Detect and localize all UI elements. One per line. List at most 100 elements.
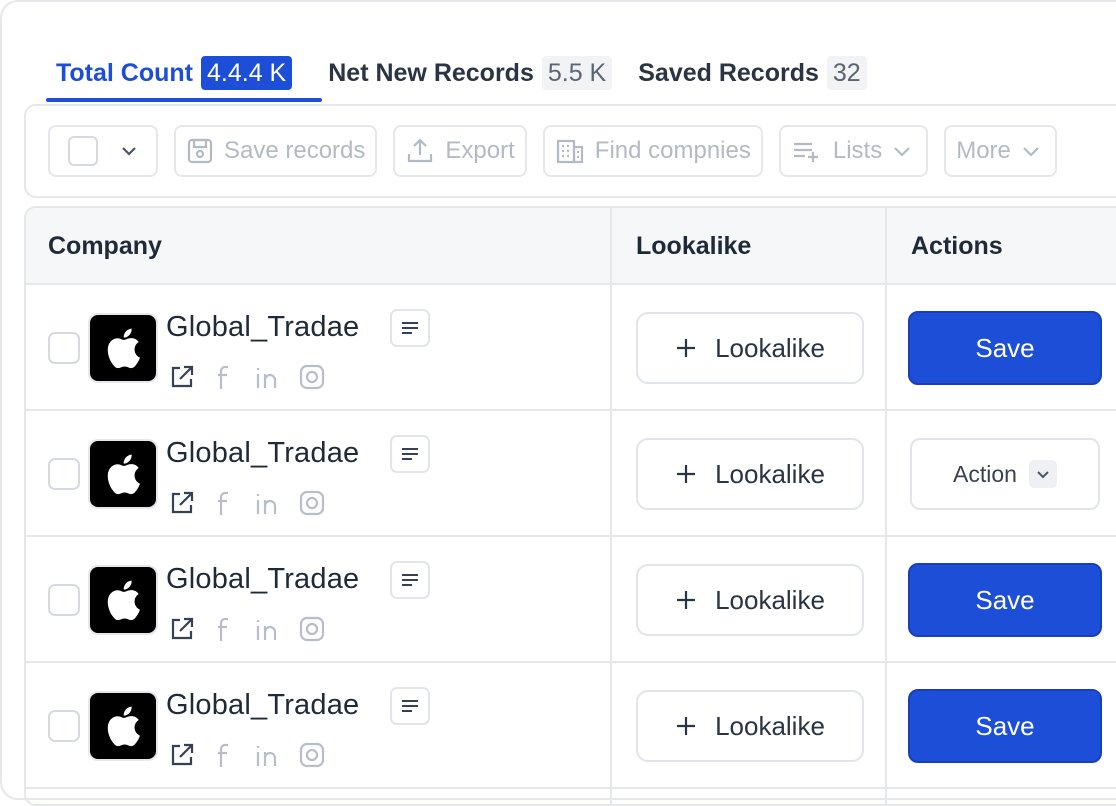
lists-dropdown[interactable]: Lists: [778, 125, 929, 177]
column-divider: [610, 208, 612, 804]
notes-icon: [402, 574, 418, 586]
external-link-icon[interactable]: [168, 489, 196, 517]
facebook-icon[interactable]: [212, 615, 238, 643]
instagram-icon[interactable]: [298, 363, 326, 391]
company-name[interactable]: Global_Tradae: [166, 311, 359, 344]
apple-icon: [107, 454, 140, 495]
company-logo: [88, 691, 158, 761]
linkedin-icon[interactable]: [254, 615, 282, 643]
more-dropdown[interactable]: More: [944, 125, 1057, 177]
lookalike-button[interactable]: Lookalike: [636, 564, 864, 636]
apple-icon: [107, 706, 140, 747]
facebook-icon[interactable]: [212, 363, 238, 391]
company-name[interactable]: Global_Tradae: [166, 689, 359, 722]
plus-icon: [677, 717, 696, 735]
table-row: Global_Tradae Lookalike Save: [26, 663, 1116, 789]
save-button[interactable]: Save: [908, 563, 1102, 637]
table-row: Global_Tradae Lookalike Save: [26, 537, 1116, 663]
record-tabs: Total Count 4.4.4 K Net New Records 5.5 …: [46, 52, 867, 104]
instagram-icon[interactable]: [298, 741, 326, 769]
company-name[interactable]: Global_Tradae: [166, 563, 359, 596]
more-label: More: [956, 137, 1011, 164]
apple-icon: [107, 328, 140, 369]
tab-count-badge: 5.5 K: [541, 56, 613, 90]
chevron-down-icon: [894, 147, 910, 157]
facebook-icon[interactable]: [212, 741, 238, 769]
linkedin-icon[interactable]: [254, 489, 282, 517]
select-all-checkbox[interactable]: [68, 136, 98, 166]
company-name[interactable]: Global_Tradae: [166, 437, 359, 470]
linkedin-icon[interactable]: [254, 741, 282, 769]
instagram-icon[interactable]: [298, 489, 326, 517]
notes-icon: [402, 448, 418, 460]
lookalike-label: Lookalike: [715, 710, 825, 741]
column-divider: [885, 208, 887, 804]
upload-icon: [408, 138, 433, 163]
instagram-icon[interactable]: [298, 615, 326, 643]
external-link-icon[interactable]: [168, 363, 196, 391]
company-logo: [88, 565, 158, 635]
plus-icon: [677, 465, 696, 483]
row-checkbox[interactable]: [48, 584, 80, 616]
lookalike-label: Lookalike: [715, 584, 825, 615]
column-header-actions: Actions: [911, 232, 1003, 260]
lookalike-label: Lookalike: [715, 458, 825, 489]
find-companies-label: Find compnies: [594, 137, 751, 164]
save-button[interactable]: Save: [908, 311, 1102, 385]
notes-button[interactable]: [390, 687, 430, 725]
table-header: Company Lookalike Actions: [26, 208, 1116, 285]
save-records-button[interactable]: Save records: [174, 125, 378, 177]
social-links: [168, 741, 326, 769]
notes-button[interactable]: [390, 561, 430, 599]
linkedin-icon[interactable]: [254, 363, 282, 391]
plus-icon: [677, 339, 696, 357]
action-label: Action: [953, 460, 1017, 487]
notes-button[interactable]: [390, 435, 430, 473]
export-button[interactable]: Export: [393, 125, 527, 177]
tab-count-badge: 4.4.4 K: [201, 56, 293, 90]
external-link-icon[interactable]: [168, 615, 196, 643]
table-row: Global_Tradae Lookalike Save: [26, 285, 1116, 411]
tab-label: Saved Records: [638, 58, 819, 87]
lookalike-button[interactable]: Lookalike: [636, 312, 864, 384]
action-chevron: [1028, 460, 1057, 488]
notes-icon: [402, 700, 418, 712]
export-label: Export: [445, 137, 515, 164]
column-header-company: Company: [48, 232, 162, 260]
facebook-icon[interactable]: [212, 489, 238, 517]
lookalike-button[interactable]: Lookalike: [636, 438, 864, 510]
chevron-down-icon: [1023, 147, 1039, 157]
select-all-dropdown[interactable]: [48, 125, 158, 177]
lists-label: Lists: [832, 137, 883, 164]
notes-icon: [402, 322, 418, 334]
row-checkbox[interactable]: [48, 332, 80, 364]
row-checkbox[interactable]: [48, 458, 80, 490]
list-add-icon: [793, 142, 818, 162]
find-companies-button[interactable]: Find compnies: [542, 125, 763, 177]
tab-saved-records[interactable]: Saved Records 32: [638, 52, 867, 94]
building-icon: [556, 139, 583, 164]
social-links: [168, 363, 326, 391]
lookalike-button[interactable]: Lookalike: [636, 690, 864, 762]
social-links: [168, 615, 326, 643]
tab-count-badge: 32: [826, 56, 867, 90]
notes-button[interactable]: [390, 309, 430, 347]
save-records-label: Save records: [224, 137, 366, 164]
apple-icon: [107, 580, 140, 621]
lookalike-label: Lookalike: [715, 332, 825, 363]
bulk-action-toolbar: Save records Export Find compnies Lists …: [24, 104, 1116, 198]
company-logo: [88, 439, 158, 509]
action-dropdown[interactable]: Action: [910, 438, 1100, 510]
column-header-lookalike: Lookalike: [636, 232, 752, 260]
plus-icon: [677, 591, 696, 609]
floppy-disk-icon: [187, 138, 213, 164]
table-row: Global_Tradae Lookalike Action: [26, 411, 1116, 537]
tab-label: Net New Records: [328, 58, 534, 87]
save-button[interactable]: Save: [908, 689, 1102, 763]
external-link-icon[interactable]: [168, 741, 196, 769]
tab-total-count[interactable]: Total Count 4.4.4 K: [46, 52, 302, 94]
row-checkbox[interactable]: [48, 710, 80, 742]
tab-label: Total Count: [56, 58, 193, 87]
tab-net-new-records[interactable]: Net New Records 5.5 K: [328, 52, 613, 94]
active-tab-indicator: [46, 98, 322, 102]
